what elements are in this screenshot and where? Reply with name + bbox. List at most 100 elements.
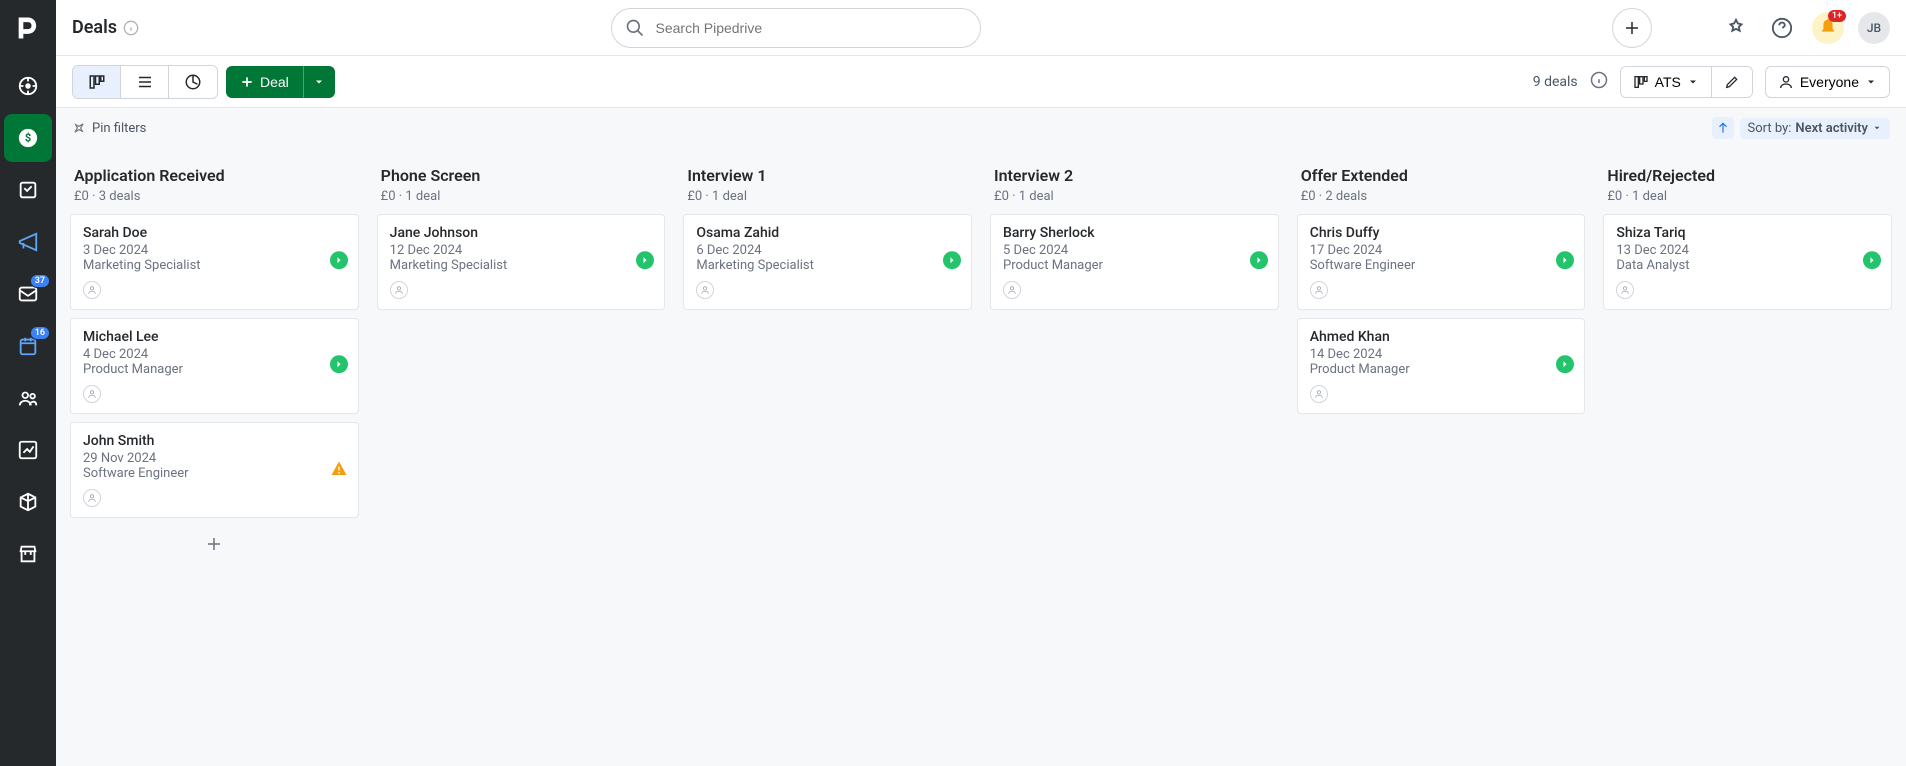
- sidebar-item-marketplace[interactable]: [4, 530, 52, 578]
- sales-assistant-icon[interactable]: [1720, 12, 1752, 44]
- pipeline-name: ATS: [1655, 74, 1681, 90]
- pipeline-selector[interactable]: ATS: [1621, 67, 1712, 97]
- deal-card[interactable]: Ahmed Khan 14 Dec 2024 Product Manager: [1297, 318, 1586, 414]
- next-activity-icon[interactable]: [636, 251, 654, 269]
- chevron-down-icon: [1872, 123, 1882, 133]
- column-header: Interview 2 £0 · 1 deal: [984, 160, 1285, 214]
- deal-card[interactable]: Osama Zahid 6 Dec 2024 Marketing Special…: [683, 214, 972, 310]
- search-icon: [625, 18, 645, 42]
- warning-icon: [330, 459, 348, 477]
- column-title: Application Received: [74, 166, 355, 185]
- card-avatar: [1616, 281, 1634, 299]
- card-avatar: [1310, 385, 1328, 403]
- card-avatar: [390, 281, 408, 299]
- quick-add-button[interactable]: [1612, 8, 1652, 48]
- sidebar-item-home[interactable]: [4, 62, 52, 110]
- user-filter-label: Everyone: [1800, 74, 1859, 90]
- column-title: Hired/Rejected: [1607, 166, 1888, 185]
- kanban-column: Phone Screen £0 · 1 deal Jane Johnson 12…: [371, 160, 672, 754]
- next-activity-icon[interactable]: [1556, 251, 1574, 269]
- deal-card[interactable]: Sarah Doe 3 Dec 2024 Marketing Specialis…: [70, 214, 359, 310]
- sidebar: $ 37 16: [0, 0, 56, 766]
- card-role: Data Analyst: [1616, 258, 1879, 273]
- column-meta: £0 · 1 deal: [381, 189, 662, 204]
- column-title: Phone Screen: [381, 166, 662, 185]
- deal-card[interactable]: Chris Duffy 17 Dec 2024 Software Enginee…: [1297, 214, 1586, 310]
- help-icon[interactable]: [1766, 12, 1798, 44]
- sort-by-button[interactable]: Sort by: Next activity: [1740, 118, 1890, 139]
- sidebar-item-activities[interactable]: 16: [4, 322, 52, 370]
- column-title: Offer Extended: [1301, 166, 1582, 185]
- column-header: Interview 1 £0 · 1 deal: [677, 160, 978, 214]
- next-activity-icon[interactable]: [330, 355, 348, 373]
- deal-count: 9 deals: [1533, 74, 1578, 90]
- card-role: Software Engineer: [1310, 258, 1573, 273]
- card-date: 13 Dec 2024: [1616, 243, 1879, 258]
- sidebar-item-contacts[interactable]: [4, 374, 52, 422]
- view-switcher: [72, 65, 218, 99]
- card-name: John Smith: [83, 433, 346, 449]
- card-role: Marketing Specialist: [83, 258, 346, 273]
- column-title: Interview 2: [994, 166, 1275, 185]
- sidebar-item-projects[interactable]: [4, 166, 52, 214]
- card-date: 17 Dec 2024: [1310, 243, 1573, 258]
- sidebar-item-leads[interactable]: 37: [4, 270, 52, 318]
- search-input[interactable]: [611, 8, 981, 48]
- deal-card[interactable]: John Smith 29 Nov 2024 Software Engineer: [70, 422, 359, 518]
- card-date: 3 Dec 2024: [83, 243, 346, 258]
- add-deal-dropdown[interactable]: [303, 66, 335, 98]
- sidebar-item-deals[interactable]: $: [4, 114, 52, 162]
- deal-card[interactable]: Barry Sherlock 5 Dec 2024 Product Manage…: [990, 214, 1279, 310]
- next-activity-icon[interactable]: [1250, 251, 1268, 269]
- next-activity-icon[interactable]: [1863, 251, 1881, 269]
- deal-card[interactable]: Michael Lee 4 Dec 2024 Product Manager: [70, 318, 359, 414]
- chevron-down-icon: [1865, 76, 1877, 88]
- card-role: Marketing Specialist: [696, 258, 959, 273]
- column-meta: £0 · 1 deal: [994, 189, 1275, 204]
- column-header: Offer Extended £0 · 2 deals: [1291, 160, 1592, 214]
- user-filter-button[interactable]: Everyone: [1765, 66, 1890, 98]
- card-role: Product Manager: [1003, 258, 1266, 273]
- next-activity-icon[interactable]: [943, 251, 961, 269]
- deal-count-info-icon[interactable]: [1590, 71, 1608, 93]
- next-activity-icon[interactable]: [1556, 355, 1574, 373]
- kanban-column: Application Received £0 · 3 deals Sarah …: [64, 160, 365, 754]
- kanban-column: Hired/Rejected £0 · 1 deal Shiza Tariq 1…: [1597, 160, 1898, 754]
- column-title: Interview 1: [687, 166, 968, 185]
- sidebar-item-products[interactable]: [4, 478, 52, 526]
- app-logo[interactable]: [8, 8, 48, 48]
- deal-card[interactable]: Shiza Tariq 13 Dec 2024 Data Analyst: [1603, 214, 1892, 310]
- list-view-button[interactable]: [121, 66, 169, 98]
- card-role: Product Manager: [1310, 362, 1573, 377]
- sort-direction-button[interactable]: [1712, 117, 1734, 139]
- deal-card[interactable]: Jane Johnson 12 Dec 2024 Marketing Speci…: [377, 214, 666, 310]
- kanban-column: Interview 2 £0 · 1 deal Barry Sherlock 5…: [984, 160, 1285, 754]
- card-name: Jane Johnson: [390, 225, 653, 241]
- column-meta: £0 · 3 deals: [74, 189, 355, 204]
- column-header: Application Received £0 · 3 deals: [64, 160, 365, 214]
- card-role: Software Engineer: [83, 466, 346, 481]
- add-card-button[interactable]: [70, 526, 359, 562]
- card-date: 5 Dec 2024: [1003, 243, 1266, 258]
- pipeline-view-button[interactable]: [73, 66, 121, 98]
- sidebar-item-campaigns[interactable]: [4, 218, 52, 266]
- chevron-down-icon: [1687, 76, 1699, 88]
- page-title-text: Deals: [72, 17, 117, 38]
- next-activity-icon[interactable]: [330, 251, 348, 269]
- card-name: Sarah Doe: [83, 225, 346, 241]
- toolbar: Deal 9 deals ATS Everyone: [56, 56, 1906, 108]
- notifications[interactable]: 1+: [1812, 12, 1844, 44]
- card-name: Barry Sherlock: [1003, 225, 1266, 241]
- card-avatar: [1003, 281, 1021, 299]
- info-icon[interactable]: [123, 20, 139, 36]
- add-deal-button[interactable]: Deal: [226, 66, 303, 98]
- forecast-view-button[interactable]: [169, 66, 217, 98]
- sort-prefix: Sort by:: [1748, 121, 1792, 136]
- edit-pipeline-button[interactable]: [1712, 67, 1752, 97]
- user-avatar[interactable]: JB: [1858, 12, 1890, 44]
- card-avatar: [83, 489, 101, 507]
- kanban-column: Interview 1 £0 · 1 deal Osama Zahid 6 De…: [677, 160, 978, 754]
- pin-filters-button[interactable]: Pin filters: [72, 121, 146, 136]
- card-date: 29 Nov 2024: [83, 451, 346, 466]
- sidebar-item-insights[interactable]: [4, 426, 52, 474]
